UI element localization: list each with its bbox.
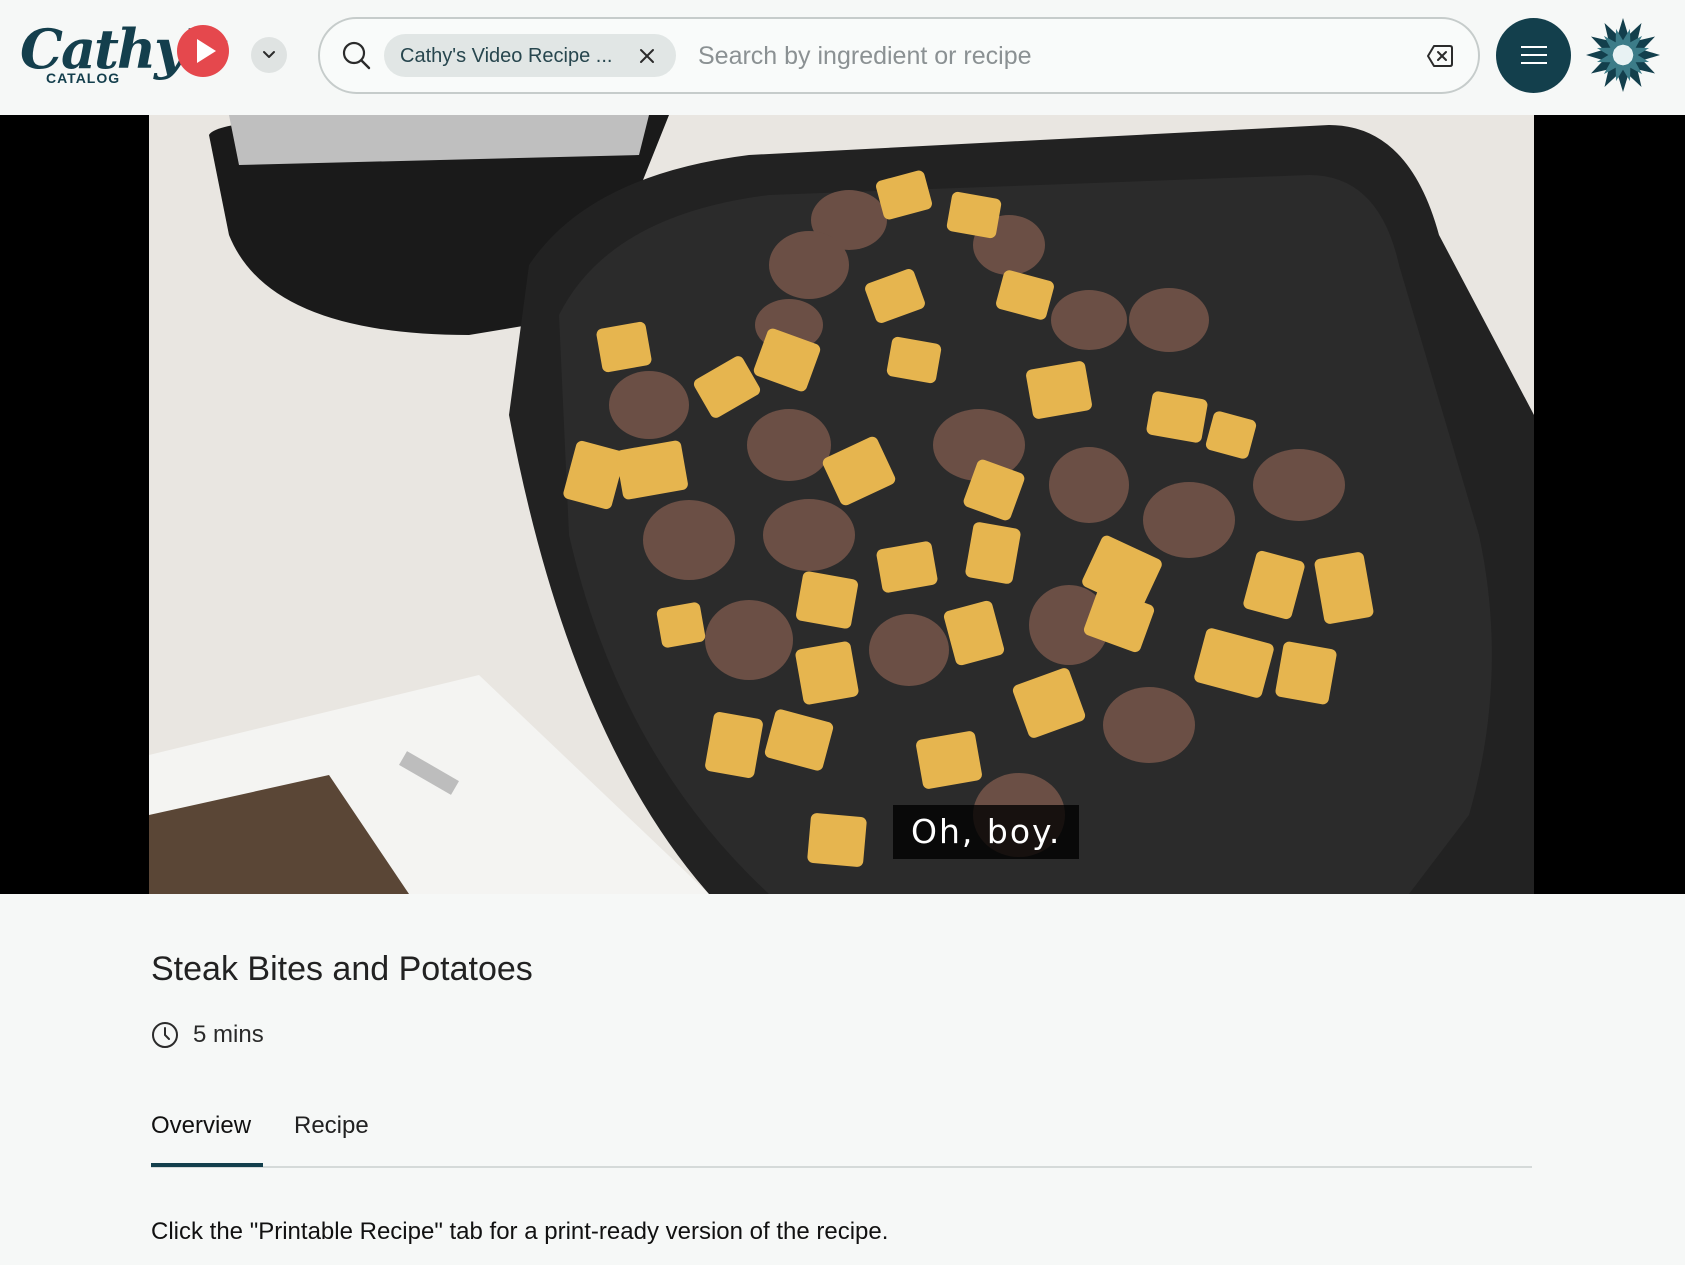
cathys-catalog-logo[interactable]: Cathy's CATALOG <box>20 14 240 96</box>
play-logo-icon <box>177 25 229 77</box>
filter-chip[interactable]: Cathy's Video Recipe ... <box>384 34 676 77</box>
active-tab-indicator <box>151 1163 263 1167</box>
clock-icon <box>152 1022 178 1048</box>
tab-overview[interactable]: Overview <box>151 1112 251 1140</box>
hamburger-line <box>1521 62 1547 64</box>
search-icon[interactable] <box>340 39 374 73</box>
hamburger-menu-button[interactable] <box>1496 18 1571 93</box>
site-header: Cathy's CATALOG Cathy's Video Recipe ... <box>0 0 1685 115</box>
video-player: Oh, boy. <box>0 115 1685 894</box>
hamburger-line <box>1521 54 1547 56</box>
recipe-time-label: 5 mins <box>193 1021 264 1048</box>
video-caption: Oh, boy. <box>893 805 1080 859</box>
chevron-down-icon <box>263 51 275 58</box>
recipe-title: Steak Bites and Potatoes <box>151 950 533 988</box>
video-frame[interactable]: Oh, boy. <box>149 115 1534 894</box>
video-still-air-fryer-steak-potatoes <box>149 115 1534 894</box>
close-icon[interactable] <box>637 46 657 66</box>
recipe-tabs: Overview Recipe <box>151 1108 1532 1168</box>
logo-subtitle: CATALOG <box>46 70 121 86</box>
search-input[interactable] <box>698 36 1378 76</box>
filter-chip-label: Cathy's Video Recipe ... <box>400 45 613 67</box>
search-bar: Cathy's Video Recipe ... <box>318 17 1480 94</box>
brand-dropdown-button[interactable] <box>251 37 287 73</box>
tab-recipe[interactable]: Recipe <box>294 1112 369 1140</box>
clear-input-icon[interactable] <box>1426 43 1454 69</box>
overview-note: Click the "Printable Recipe" tab for a p… <box>151 1218 889 1245</box>
hamburger-menu-icon <box>1521 46 1547 48</box>
starburst-avatar-icon[interactable] <box>1584 16 1662 94</box>
